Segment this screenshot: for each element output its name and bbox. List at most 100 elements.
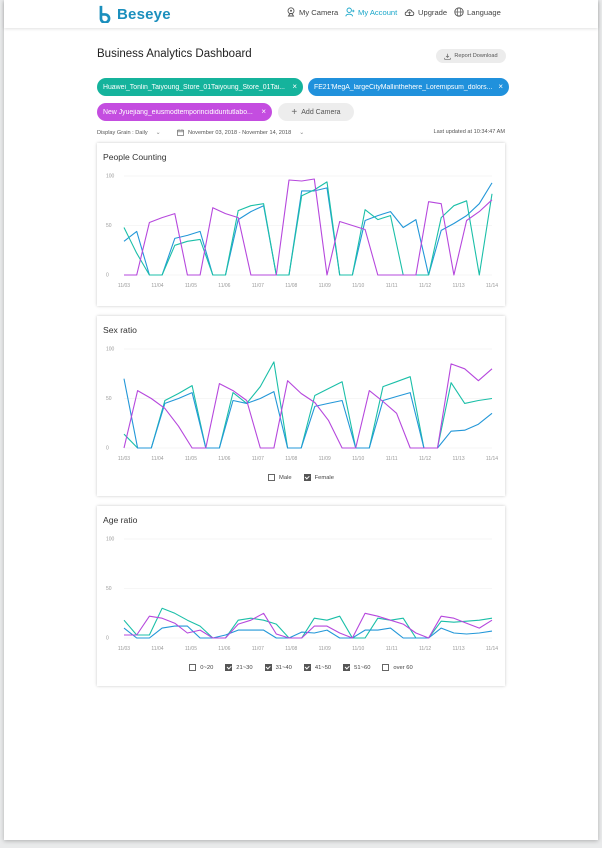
display-grain-select[interactable]: Display Grain : Daily ⌄ <box>97 129 161 137</box>
legend-label: 21~30 <box>236 664 253 671</box>
legend-age-31-40[interactable]: 31~40 <box>264 664 292 671</box>
sex-ratio-card: Sex ratio 100 50 0 11/03 11/04 11/05 11/06 11/0… <box>97 316 505 496</box>
age-21-30-checkbox[interactable] <box>225 664 233 671</box>
x-tick-label: 11/03 <box>118 646 130 652</box>
legend-male[interactable]: Male <box>268 474 292 481</box>
age-over-60-checkbox[interactable] <box>382 664 390 671</box>
remove-camera-2-close-icon[interactable]: × <box>498 83 503 91</box>
legend-age-51-60[interactable]: 51~60 <box>343 664 370 671</box>
sex-ratio-chart: 100 50 0 11/03 11/04 11/05 11/06 11/07 11/08 11/0… <box>106 347 498 462</box>
download-icon <box>444 53 452 60</box>
x-tick-label: 11/06 <box>218 283 230 289</box>
age-0-20-checkbox[interactable] <box>189 664 197 671</box>
x-tick-label: 11/11 <box>386 283 398 289</box>
last-updated-text: Last updated at 10:34:47 AM <box>433 129 505 135</box>
x-tick-label: 11/04 <box>151 283 163 289</box>
y-tick-label: 50 <box>106 396 112 402</box>
plus-icon: + <box>291 106 298 118</box>
male-checkbox[interactable] <box>268 474 276 481</box>
chart-legend: Male Female <box>97 474 505 481</box>
x-tick-label: 11/08 <box>285 646 297 652</box>
chevron-down-icon: ⌄ <box>155 130 161 136</box>
legend-female[interactable]: Female <box>303 474 334 481</box>
age-31-40-checkbox[interactable] <box>264 664 272 671</box>
x-tick-label: 11/12 <box>419 456 431 462</box>
people-counting-card: People Counting 100 50 0 11/03 11/04 11/05 11/… <box>97 143 505 306</box>
x-tick-label: 11/03 <box>118 456 130 462</box>
x-tick-label: 11/07 <box>252 456 264 462</box>
y-tick-label: 0 <box>106 636 109 642</box>
nav-language-label: Language <box>467 7 501 17</box>
legend-age-41-50[interactable]: 41~50 <box>303 664 331 671</box>
age-ratio-chart: 100 50 0 11/03 11/04 11/05 11/06 11/07 11/08 11/0… <box>106 537 498 652</box>
age-41-50-checkbox[interactable] <box>303 664 311 671</box>
legend-age-21-30[interactable]: 21~30 <box>225 664 253 671</box>
series-line-0 <box>123 361 493 449</box>
x-tick-label: 11/09 <box>319 456 331 462</box>
remove-camera-3-close-icon[interactable]: × <box>261 108 266 116</box>
nav-my-account-label: My Account <box>358 7 398 17</box>
add-camera-button[interactable]: + Add Camera <box>278 103 354 121</box>
x-tick-label: 11/07 <box>252 646 264 652</box>
cloud-upload-icon <box>404 9 415 16</box>
legend-label: Male <box>279 474 292 481</box>
nav-my-camera[interactable]: My Camera <box>286 7 338 17</box>
x-tick-label: 11/13 <box>452 283 464 289</box>
display-grain-label: Display Grain : Daily <box>97 129 148 136</box>
legend-age-over-60[interactable]: over 60 <box>382 664 413 671</box>
nav-language[interactable]: Language <box>454 7 501 17</box>
nav-upgrade[interactable]: Upgrade <box>404 7 447 17</box>
x-tick-label: 11/08 <box>285 456 297 462</box>
top-navbar: Beseye My Camera My Account Upgrade Lang… <box>4 0 598 28</box>
age-ratio-card: Age ratio 100 50 0 11/03 11/04 11/05 11/06 11/0… <box>97 506 505 686</box>
calendar-icon <box>177 129 184 136</box>
x-tick-label: 11/10 <box>352 456 364 462</box>
age-51-60-checkbox[interactable] <box>343 664 351 671</box>
add-camera-label: Add Camera <box>301 108 341 116</box>
series-line-0 <box>123 182 493 276</box>
y-tick-label: 50 <box>106 223 112 229</box>
series-line-1 <box>123 181 493 276</box>
report-download-button[interactable]: Report Download <box>436 49 506 63</box>
x-tick-label: 11/03 <box>118 283 130 289</box>
x-tick-label: 11/09 <box>319 646 331 652</box>
date-range-picker[interactable]: November 03, 2018 - November 14, 2018 ⌄ <box>177 129 304 136</box>
legend-label: over 60 <box>393 664 413 671</box>
legend-age-0-20[interactable]: 0~20 <box>189 664 213 671</box>
x-tick-label: 11/13 <box>452 456 464 462</box>
x-tick-label: 11/05 <box>185 646 197 652</box>
x-tick-label: 11/12 <box>419 283 431 289</box>
camera-icon <box>287 7 295 17</box>
y-tick-label: 50 <box>106 586 112 592</box>
x-tick-label: 11/10 <box>352 646 364 652</box>
camera-chip-3[interactable]: New Jyuejiang_eiusmodtemporincididuntutl… <box>97 103 272 121</box>
nav-my-account[interactable]: My Account <box>345 7 397 17</box>
x-tick-label: 11/06 <box>218 646 230 652</box>
brand-name: Beseye <box>117 5 171 23</box>
remove-camera-1-close-icon[interactable]: × <box>292 83 297 91</box>
x-tick-label: 11/05 <box>185 456 197 462</box>
x-tick-label: 11/11 <box>386 646 398 652</box>
x-tick-label: 11/12 <box>419 646 431 652</box>
people-counting-chart: 100 50 0 11/03 11/04 11/05 11/06 11/07 11/08 11/0… <box>106 174 498 289</box>
camera-chip-1[interactable]: Huawei_Tonlin_Taiyoung_Store_01Taiyoung_… <box>97 78 303 96</box>
chevron-down-icon: ⌄ <box>299 130 305 136</box>
x-tick-label: 11/14 <box>486 283 498 289</box>
brand-logo[interactable]: Beseye <box>96 4 171 24</box>
x-tick-label: 11/05 <box>185 283 197 289</box>
female-checkbox[interactable] <box>303 474 311 481</box>
x-tick-label: 11/11 <box>386 456 398 462</box>
nav-my-camera-label: My Camera <box>299 7 339 17</box>
legend-label: 31~40 <box>275 664 292 671</box>
legend-label: 51~60 <box>354 664 371 671</box>
camera-chip-2[interactable]: FE21'MegA_largeCityMallinthehere_Loremip… <box>308 78 509 96</box>
x-tick-label: 11/10 <box>352 283 364 289</box>
x-tick-label: 11/06 <box>218 456 230 462</box>
y-tick-label: 0 <box>106 446 109 452</box>
x-tick-label: 11/08 <box>285 283 297 289</box>
report-download-label: Report Download <box>454 53 498 59</box>
chart-legend: 0~20 21~30 31~40 41~50 51~60 over 60 <box>97 664 505 671</box>
user-icon <box>345 7 355 17</box>
page-title: Business Analytics Dashboard <box>97 48 252 60</box>
camera-chip-2-label: FE21'MegA_largeCityMallinthehere_Loremip… <box>314 83 493 91</box>
